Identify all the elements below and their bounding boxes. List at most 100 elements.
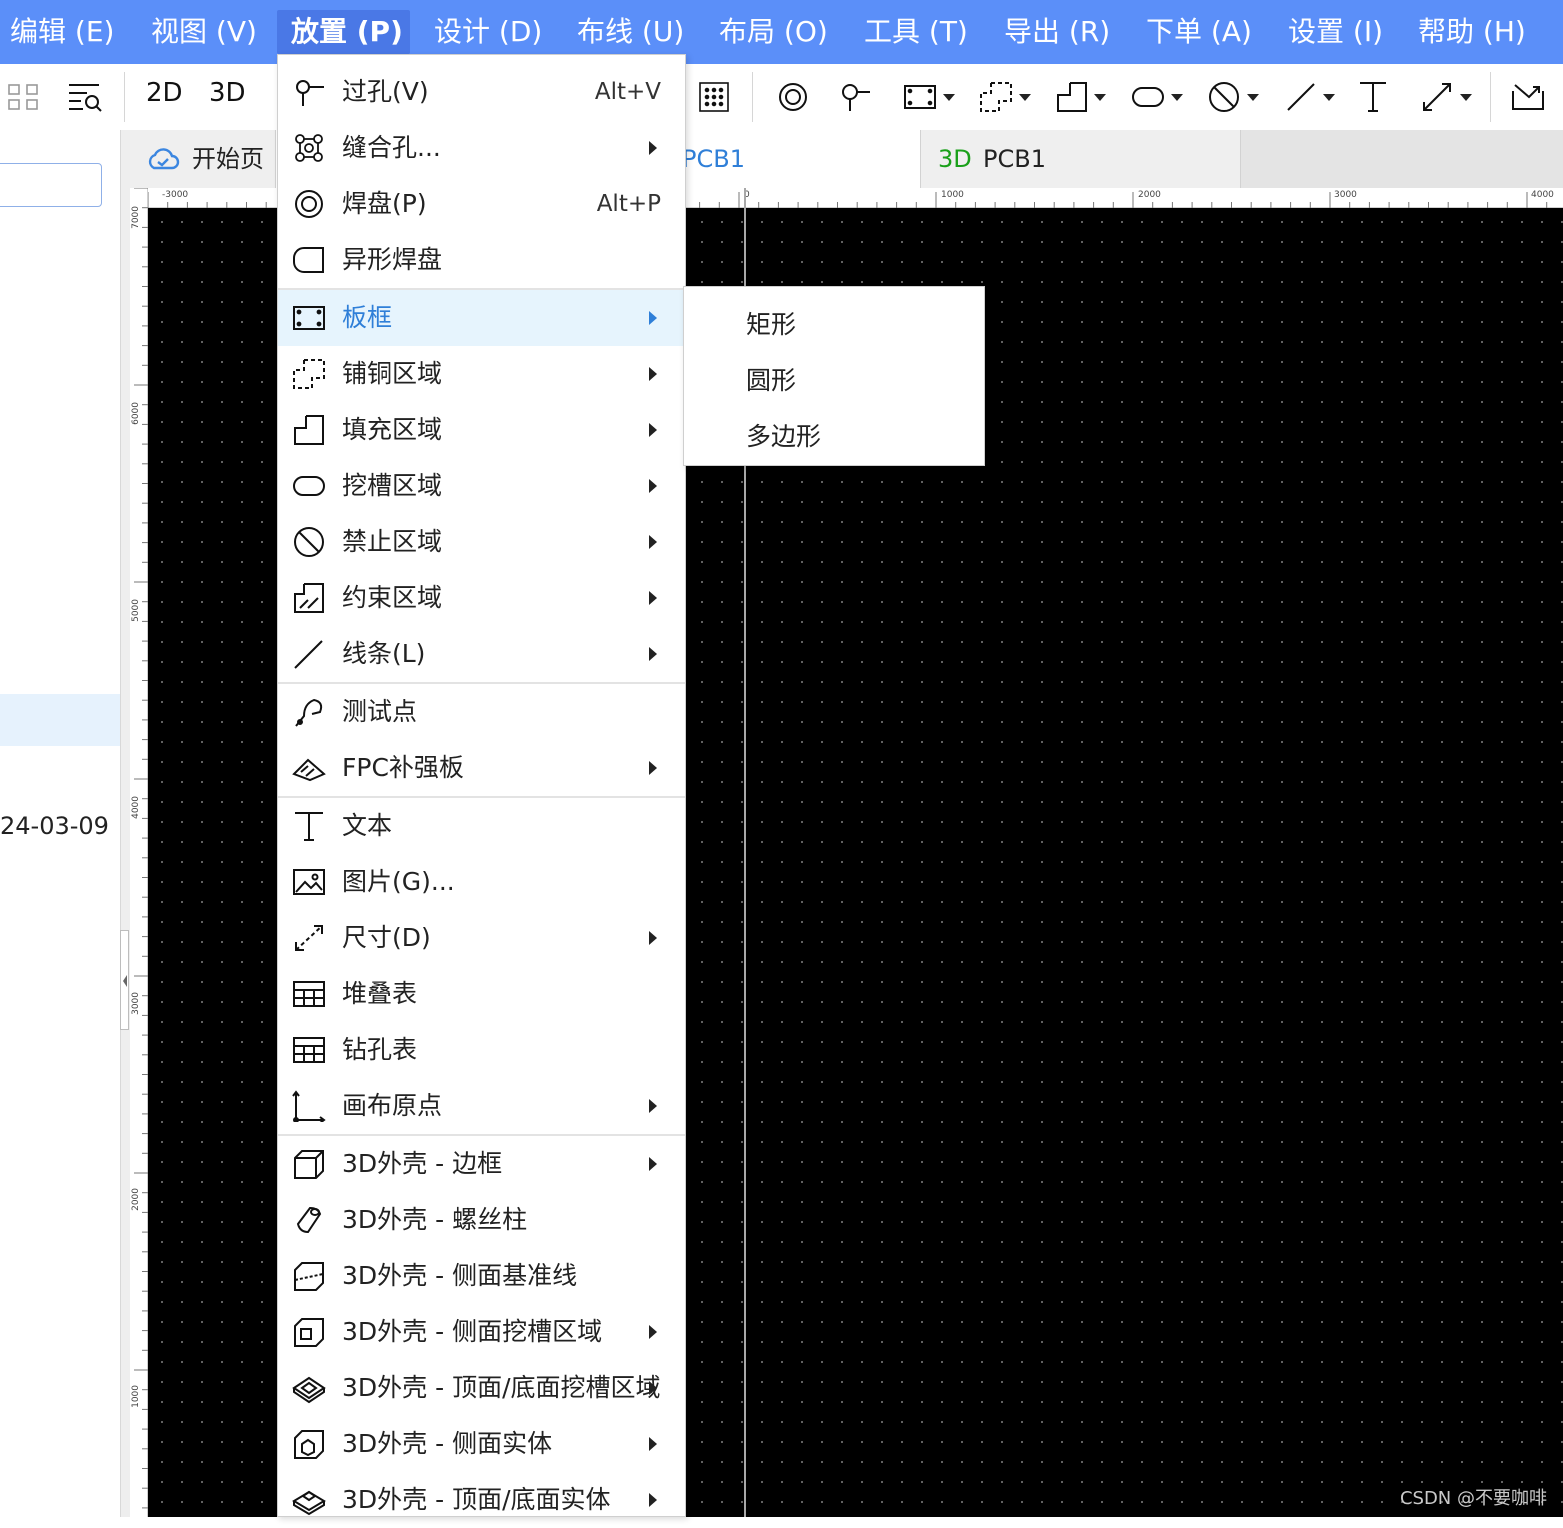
import-icon[interactable] <box>1510 76 1546 118</box>
menu-item-test-point[interactable]: 测试点 <box>278 684 685 740</box>
menu-place[interactable]: 放置 (P) <box>277 10 410 54</box>
slot-area-icon[interactable] <box>1126 76 1188 118</box>
search-list-icon[interactable] <box>66 76 104 118</box>
custom-pad-icon <box>293 247 324 273</box>
ruler-label: 1000 <box>131 1385 141 1408</box>
toolbar: 2D 3D <box>0 64 1563 131</box>
board-frame-icon[interactable] <box>898 76 960 118</box>
submenu-arrow-icon <box>649 1381 657 1395</box>
left-panel-selected-item[interactable] <box>0 694 120 746</box>
submenu-arrow-icon <box>649 535 657 549</box>
submenu-item-circle[interactable]: 圆形 <box>684 353 984 409</box>
menu-item-canvas-origin[interactable]: 画布原点 <box>278 1078 685 1134</box>
menu-item-3d-shell-screw-post[interactable]: 3D外壳 - 螺丝柱 <box>278 1192 685 1248</box>
menu-item-fill-area[interactable]: 填充区域 <box>278 402 685 458</box>
via-icon[interactable] <box>838 76 872 118</box>
menu-help[interactable]: 帮助 (H) <box>1404 0 1540 64</box>
menu-item-text[interactable]: 文本 <box>278 798 685 854</box>
menu-item-board-frame[interactable]: 板框 <box>278 290 685 346</box>
view-3d-button[interactable]: 3D <box>209 78 246 108</box>
view-2d-button[interactable]: 2D <box>146 78 183 108</box>
tab-label: PCB1 <box>983 145 1046 173</box>
submenu-item-rectangle[interactable]: 矩形 <box>684 297 984 353</box>
left-panel-date: 24-03-09 <box>0 812 109 840</box>
menu-view[interactable]: 视图 (V) <box>137 0 271 64</box>
dimension-icon[interactable] <box>1414 76 1478 118</box>
menu-item-stackup-table[interactable]: 堆叠表 <box>278 966 685 1022</box>
menu-item-via[interactable]: 过孔(V) Alt+V <box>278 64 685 120</box>
tab-start-page[interactable]: 开始页 <box>130 130 276 188</box>
menu-item-stitching-via[interactable]: 缝合孔... <box>278 120 685 176</box>
submenu-item-polygon[interactable]: 多边形 <box>684 409 984 465</box>
menu-tools[interactable]: 工具 (T) <box>850 0 982 64</box>
menu-item-3d-shell-side-slot[interactable]: 3D外壳 - 侧面挖槽区域 <box>278 1304 685 1360</box>
menu-item-copper-area[interactable]: 铺铜区域 <box>278 346 685 402</box>
menu-item-label: FPC补强板 <box>342 753 464 782</box>
menu-item-label: 3D外壳 - 边框 <box>342 1149 503 1178</box>
tab-3d-prefix: 3D <box>938 145 972 173</box>
menu-item-label: 3D外壳 - 顶面/底面实体 <box>342 1485 611 1514</box>
menu-item-label: 3D外壳 - 侧面实体 <box>342 1429 553 1458</box>
menu-edit[interactable]: 编辑 (E) <box>0 0 128 64</box>
menu-order[interactable]: 下单 (A) <box>1132 0 1266 64</box>
menu-item-line[interactable]: 线条(L) <box>278 626 685 682</box>
menu-item-slot-area[interactable]: 挖槽区域 <box>278 458 685 514</box>
left-panel-search-input[interactable] <box>0 163 102 207</box>
ruler-label: 4000 <box>1531 190 1554 200</box>
submenu-arrow-icon <box>649 761 657 775</box>
menu-item-fpc-stiffener[interactable]: FPC补强板 <box>278 740 685 796</box>
menu-item-label: 焊盘(P) <box>342 189 427 218</box>
line-icon <box>294 640 323 669</box>
menu-item-keepout[interactable]: 禁止区域 <box>278 514 685 570</box>
menu-export[interactable]: 导出 (R) <box>990 0 1124 64</box>
via-icon <box>296 80 324 106</box>
copper-grid-icon[interactable] <box>697 76 731 118</box>
submenu-arrow-icon <box>649 367 657 381</box>
fill-area-icon <box>294 415 324 445</box>
menu-item-dimension[interactable]: 尺寸(D) <box>278 910 685 966</box>
tab-3d-pcb1[interactable]: 3D PCB1 <box>921 130 1241 188</box>
copper-area-icon[interactable] <box>974 76 1036 118</box>
menu-layout[interactable]: 布局 (O) <box>705 0 842 64</box>
place-menu: 过孔(V) Alt+V 缝合孔... 焊盘(P) Alt+P 异形焊盘 板框 铺… <box>277 54 686 1517</box>
menu-item-shortcut: Alt+V <box>594 79 661 105</box>
grid-view-icon[interactable] <box>6 76 40 118</box>
line-icon[interactable] <box>1280 76 1340 118</box>
menu-item-label: 文本 <box>342 811 393 840</box>
ruler-label: 2000 <box>1138 190 1161 200</box>
pad-icon[interactable] <box>776 76 810 118</box>
menu-item-3d-shell-top-solid[interactable]: 3D外壳 - 顶面/底面实体 <box>278 1472 685 1528</box>
menu-settings[interactable]: 设置 (I) <box>1274 0 1397 64</box>
panel-collapse-handle[interactable] <box>120 930 129 1030</box>
menu-item-3d-shell-frame[interactable]: 3D外壳 - 边框 <box>278 1136 685 1192</box>
menu-item-constraint-area[interactable]: 约束区域 <box>278 570 685 626</box>
menu-item-label: 3D外壳 - 侧面挖槽区域 <box>342 1317 603 1346</box>
text-icon[interactable] <box>1356 76 1390 118</box>
menu-item-label: 尺寸(D) <box>342 923 431 952</box>
submenu-arrow-icon <box>649 1157 657 1171</box>
menu-item-label: 堆叠表 <box>342 979 418 1008</box>
menu-item-3d-shell-side-solid[interactable]: 3D外壳 - 侧面实体 <box>278 1416 685 1472</box>
side-baseline-icon <box>294 1262 324 1291</box>
menu-item-3d-shell-side-baseline[interactable]: 3D外壳 - 侧面基准线 <box>278 1248 685 1304</box>
menu-item-label: 填充区域 <box>342 415 443 444</box>
menu-item-label: 禁止区域 <box>342 527 443 556</box>
submenu-arrow-icon <box>649 1325 657 1339</box>
menu-item-image[interactable]: 图片(G)... <box>278 854 685 910</box>
menu-item-custom-pad[interactable]: 异形焊盘 <box>278 232 685 288</box>
menu-item-label: 3D外壳 - 螺丝柱 <box>342 1205 528 1234</box>
text-icon <box>295 812 323 841</box>
fill-area-icon[interactable] <box>1052 76 1110 118</box>
menu-item-drill-table[interactable]: 钻孔表 <box>278 1022 685 1078</box>
ruler-label: 3000 <box>131 992 141 1015</box>
stitching-via-icon <box>295 134 323 162</box>
menu-item-pad[interactable]: 焊盘(P) Alt+P <box>278 176 685 232</box>
submenu-arrow-icon <box>649 141 657 155</box>
ruler-label: 3000 <box>1334 190 1357 200</box>
keepout-icon[interactable] <box>1202 76 1264 118</box>
menu-item-3d-shell-top-slot[interactable]: 3D外壳 - 顶面/底面挖槽区域 <box>278 1360 685 1416</box>
submenu-arrow-icon <box>649 311 657 325</box>
submenu-arrow-icon <box>649 647 657 661</box>
menu-item-label: 异形焊盘 <box>342 245 443 274</box>
submenu-arrow-icon <box>649 1493 657 1507</box>
